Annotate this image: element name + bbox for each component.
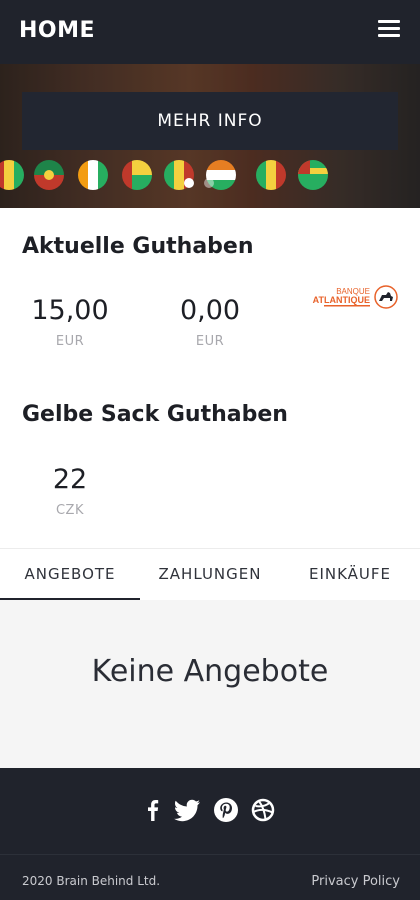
privacy-policy-link[interactable]: Privacy Policy [311, 874, 400, 889]
twitter-icon[interactable] [172, 796, 202, 824]
hamburger-menu-icon[interactable] [378, 20, 402, 42]
balance-currency: EUR [195, 334, 225, 349]
more-info-button[interactable]: MEHR INFO [22, 92, 398, 150]
gelbe-sack-amount: 22 [52, 464, 88, 495]
tab-bar: ANGEBOTE ZAHLUNGEN EINKÄUFE [0, 548, 420, 601]
carousel-indicator [180, 178, 240, 188]
footer: 2020 Brain Behind Ltd. Privacy Policy [0, 768, 420, 900]
flag-icon [298, 160, 328, 190]
facebook-icon[interactable] [139, 796, 167, 824]
tab-einkaeufe[interactable]: EINKÄUFE [280, 549, 420, 601]
flags-strip [0, 160, 420, 194]
gelbe-sack-title: Gelbe Sack Guthaben [22, 402, 288, 427]
balance-currency: EUR [55, 334, 85, 349]
page-title: HOME [19, 18, 96, 43]
balance-amount: 15,00 [31, 295, 109, 326]
footer-divider [0, 854, 420, 855]
tab-angebote[interactable]: ANGEBOTE [0, 549, 140, 601]
balance-amount: 0,00 [179, 295, 241, 326]
flag-icon [78, 160, 108, 190]
pinterest-icon[interactable] [212, 796, 240, 824]
tab-zahlungen[interactable]: ZAHLUNGEN [140, 549, 280, 601]
copyright-text: 2020 Brain Behind Ltd. [22, 874, 161, 888]
flag-icon [34, 160, 64, 190]
balance-title: Aktuelle Guthaben [22, 234, 254, 259]
carousel-dot-active[interactable] [184, 178, 194, 188]
tab-content: Keine Angebote [0, 600, 420, 768]
app-bar: HOME [0, 0, 420, 64]
flag-icon [256, 160, 286, 190]
hero-banner[interactable]: MEHR INFO [0, 64, 420, 208]
carousel-dot[interactable] [204, 178, 214, 188]
flag-icon [122, 160, 152, 190]
flag-icon [0, 160, 24, 190]
bank-logo: BANQUE ATLANTIQUE [302, 284, 400, 310]
empty-state-message: Keine Angebote [91, 654, 329, 689]
gelbe-sack-currency: CZK [55, 503, 84, 518]
dribbble-icon[interactable] [250, 796, 276, 824]
bank-logo-line2: ATLANTIQUE [313, 295, 370, 305]
